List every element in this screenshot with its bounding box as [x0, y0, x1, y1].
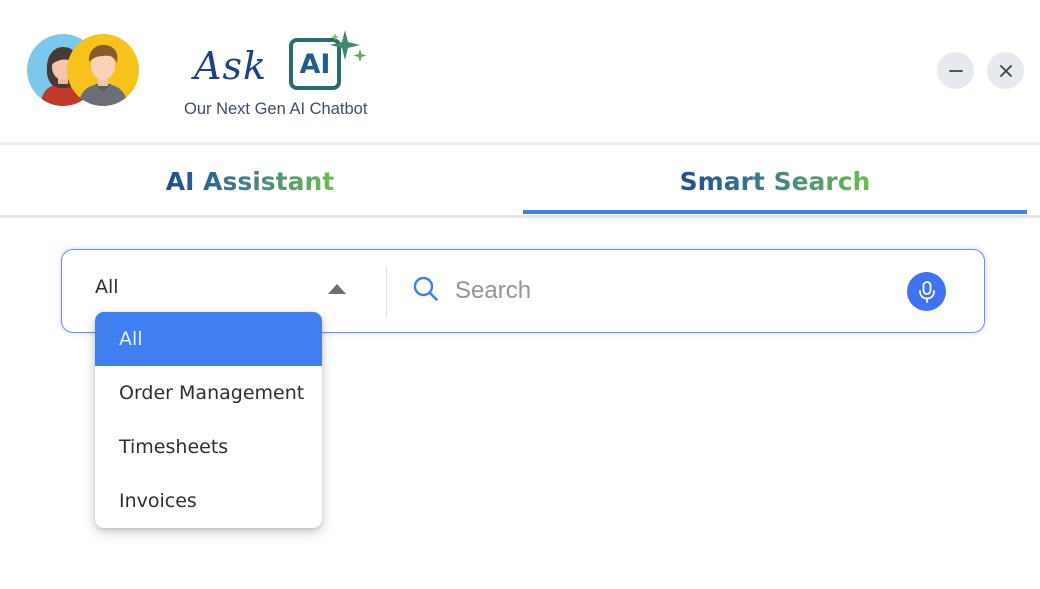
close-icon — [999, 64, 1012, 77]
microphone-icon — [918, 280, 935, 303]
minimize-button[interactable] — [937, 52, 974, 89]
dropdown-option-invoices[interactable]: Invoices — [95, 474, 322, 528]
tab-ai-assistant-label: AI Assistant — [165, 167, 335, 196]
header: Ask AI Our Next Gen AI Chatbot — [0, 0, 1040, 145]
tab-smart-search-label: Smart Search — [679, 167, 871, 196]
microphone-button[interactable] — [907, 272, 946, 311]
ask-ai-logo: Ask AI Our Next Gen AI Chatbot — [182, 28, 382, 123]
close-button[interactable] — [987, 52, 1024, 89]
active-tab-indicator — [523, 210, 1027, 214]
sparkle-icon — [330, 30, 367, 62]
tab-smart-search[interactable]: Smart Search — [523, 148, 1027, 215]
logo-ai-text: AI — [299, 48, 331, 80]
dropdown-option-timesheets[interactable]: Timesheets — [95, 420, 322, 474]
dropdown-option-label: Order Management — [119, 382, 305, 404]
minimize-icon — [948, 69, 963, 72]
dropdown-option-label: All — [119, 328, 143, 350]
category-dropdown-menu: All Order Management Timesheets Invoices — [95, 312, 322, 528]
search-input[interactable] — [455, 270, 885, 312]
app-window: Ask AI Our Next Gen AI Chatbot AI Assist… — [0, 0, 1040, 589]
logo-tagline: Our Next Gen AI Chatbot — [184, 100, 368, 118]
logo-ask-text: Ask — [194, 44, 267, 88]
dropdown-option-label: Invoices — [119, 490, 197, 512]
dropdown-option-all[interactable]: All — [95, 312, 322, 366]
tab-ai-assistant[interactable]: AI Assistant — [0, 148, 500, 215]
caret-up-icon — [328, 284, 346, 294]
dropdown-option-order-management[interactable]: Order Management — [95, 366, 322, 420]
search-divider — [386, 266, 387, 318]
avatar-male — [67, 34, 139, 106]
avatars — [27, 34, 139, 106]
search-icon — [413, 276, 438, 301]
dropdown-option-label: Timesheets — [119, 436, 229, 458]
tab-bar: AI Assistant Smart Search — [0, 148, 1040, 218]
category-selected-value: All — [95, 276, 119, 298]
